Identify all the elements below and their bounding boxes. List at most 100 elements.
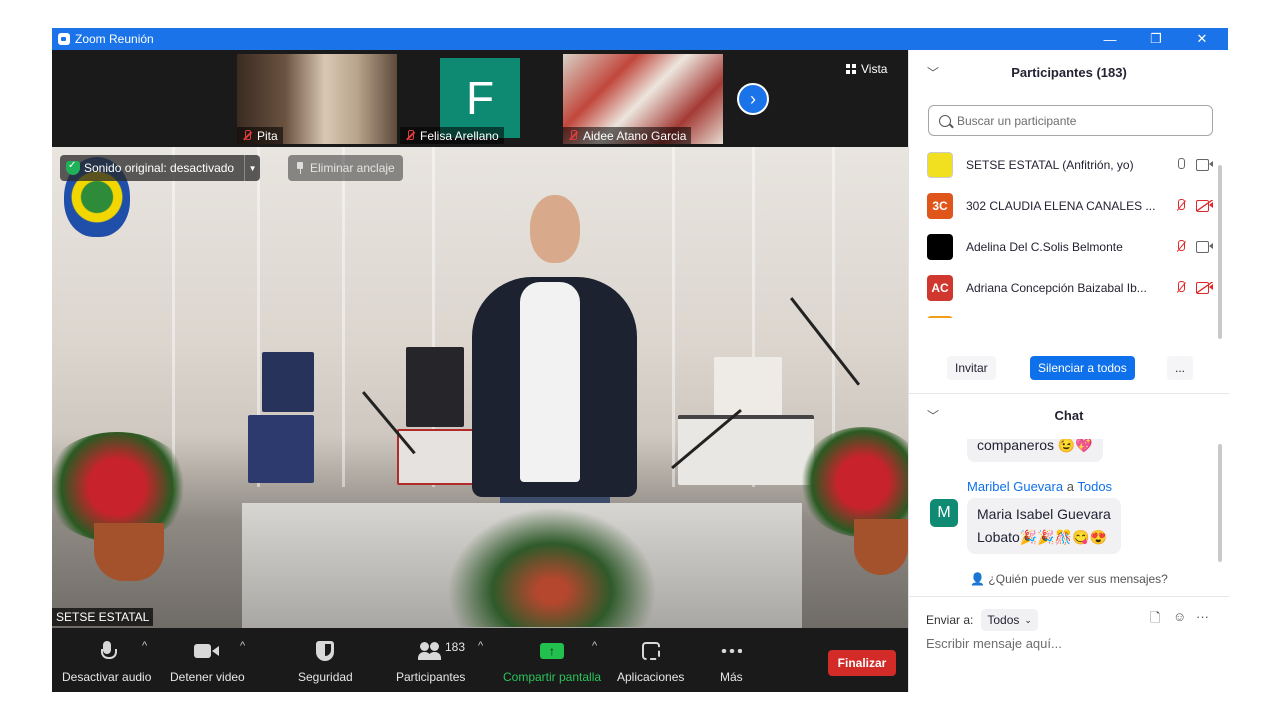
meeting-area: Pita F Felisa Arellano Aidee Atano Garci… (52, 50, 908, 692)
close-button[interactable]: ✕ (1179, 28, 1225, 50)
video-camera-icon[interactable] (1196, 241, 1213, 253)
participant-row[interactable]: 3C 302 CLAUDIA ELENA CANALES ... (909, 185, 1221, 226)
mic-muted-icon[interactable] (1176, 239, 1186, 254)
mic-muted-icon[interactable] (1176, 198, 1186, 213)
avatar (927, 315, 953, 318)
video-camera-icon[interactable] (1196, 159, 1213, 171)
participant-name: Pita (257, 129, 278, 143)
unpin-label: Eliminar anclaje (310, 161, 395, 175)
participant-name: Aidee Atano Garcia (583, 129, 687, 143)
nativity-image (447, 507, 657, 627)
participant-video-aidee-atano-garcia[interactable]: Aidee Atano Garcia (563, 54, 723, 144)
participant-status-icons (1176, 239, 1213, 254)
unpin-button[interactable]: Eliminar anclaje (288, 155, 403, 181)
send-to-select[interactable]: Todos ⌄ (981, 609, 1038, 631)
video-options-caret[interactable]: ^ (240, 640, 245, 652)
apps-label: Aplicaciones (617, 670, 685, 684)
video-off-icon[interactable] (1196, 282, 1213, 294)
end-meeting-button[interactable]: Finalizar (828, 650, 896, 676)
stop-video-label: Detener video (170, 670, 245, 684)
participants-more-button[interactable]: ... (1167, 356, 1194, 380)
next-page-button[interactable]: › (737, 83, 769, 115)
restore-button[interactable]: ❐ (1133, 28, 1179, 50)
chat-header: ﹀ Chat (909, 395, 1229, 435)
participants-icon (417, 642, 444, 660)
share-options-caret[interactable]: ^ (592, 640, 597, 652)
speaker-image (530, 195, 580, 263)
avatar (927, 151, 953, 178)
avatar: F (440, 58, 520, 138)
participant-name-tag: Aidee Atano Garcia (563, 127, 692, 144)
participant-status-icons (1176, 157, 1213, 172)
audio-options-caret[interactable]: ^ (142, 640, 147, 652)
participant-search[interactable] (928, 105, 1213, 136)
pin-icon (296, 162, 304, 174)
stop-video-button[interactable]: Detener video (170, 636, 245, 684)
file-icon[interactable]: 🗋 (1150, 609, 1160, 631)
original-sound-badge[interactable]: Sonido original: desactivado ▼ (60, 155, 261, 181)
participant-list: SETSE ESTATAL (Anfitrión, yo) 3C 302 CLA… (909, 144, 1221, 318)
participants-options-caret[interactable]: ^ (478, 640, 483, 652)
collapse-chevron-icon[interactable]: ﹀ (927, 407, 939, 424)
collapse-chevron-icon[interactable]: ﹀ (927, 64, 939, 81)
emoji-icon[interactable]: ☺ (1173, 609, 1186, 624)
participants-title: Participantes (183) (1011, 64, 1127, 80)
participant-name: Felisa Arellano (420, 129, 499, 143)
participant-row[interactable]: SETSE ESTATAL (Anfitrión, yo) (909, 144, 1221, 185)
mic-muted-icon (567, 130, 579, 142)
avatar: AC (927, 274, 953, 301)
chat-recipient[interactable]: Todos (1077, 479, 1112, 494)
mic-muted-icon (241, 130, 253, 142)
chat-scrollbar[interactable] (1218, 444, 1222, 562)
participant-status-icons (1176, 198, 1213, 213)
apps-button[interactable]: Aplicaciones (617, 636, 684, 684)
mic-stand-image (790, 297, 861, 386)
search-icon (939, 114, 951, 127)
more-button[interactable]: Más (720, 636, 743, 684)
avatar (927, 233, 953, 260)
video-camera-icon (194, 643, 220, 659)
who-can-see-link[interactable]: 👤 ¿Quién puede ver sus mensajes? (909, 572, 1229, 586)
participant-row[interactable]: Adelina Del C.Solis Belmonte (909, 226, 1221, 267)
participant-name: Adelina Del C.Solis Belmonte (966, 239, 1123, 254)
participant-row[interactable] (909, 308, 1221, 318)
chat-message-input[interactable] (926, 636, 1216, 651)
participant-video-pita[interactable]: Pita (237, 54, 397, 144)
more-icon (720, 649, 743, 653)
product-box-image (397, 429, 477, 485)
chat-message: Maria Isabel Guevara Lobato🎉🎉🎊😋😍 (967, 498, 1121, 554)
participant-name-tag: Felisa Arellano (400, 127, 504, 144)
pot-image (94, 523, 164, 581)
security-button[interactable]: Seguridad (298, 636, 353, 684)
participants-label: Participantes (396, 670, 466, 684)
view-button[interactable]: Vista (846, 62, 887, 76)
microphone-icon (100, 641, 117, 661)
video-off-icon[interactable] (1196, 200, 1213, 212)
invite-button[interactable]: Invitar (947, 356, 996, 380)
divider (909, 393, 1229, 394)
minimize-button[interactable]: — (1087, 28, 1133, 50)
more-icon[interactable]: ··· (1196, 609, 1209, 624)
participants-button[interactable]: Participantes 183 (396, 636, 465, 684)
chat-to-word: a (1066, 479, 1074, 494)
chat-sender[interactable]: Maribel Guevara (967, 479, 1063, 494)
search-input[interactable] (957, 113, 1197, 128)
participants-scrollbar[interactable] (1218, 165, 1222, 339)
more-label: Más (720, 670, 743, 684)
mute-audio-button[interactable]: Desactivar audio (62, 636, 151, 684)
mic-muted-icon[interactable] (1176, 280, 1186, 295)
share-screen-button[interactable]: ↑ Compartir pantalla (503, 636, 601, 684)
mute-all-button[interactable]: Silenciar a todos (1030, 356, 1135, 380)
participant-row[interactable]: AC Adriana Concepción Baizabal Ib... (909, 267, 1221, 308)
chevron-down-icon[interactable]: ▼ (244, 155, 260, 181)
mic-muted-icon (404, 130, 416, 142)
meeting-toolbar: Desactivar audio ^ Detener video ^ Segur… (52, 628, 908, 692)
participant-status-icons (1176, 280, 1213, 295)
product-box-image (262, 352, 314, 412)
send-to-row: Enviar a: Todos ⌄ (926, 609, 1038, 631)
share-screen-label: Compartir pantalla (503, 670, 602, 684)
view-button-label: Vista (861, 62, 888, 76)
participant-video-felisa-arellano[interactable]: F Felisa Arellano (400, 54, 560, 144)
product-box-image (248, 415, 314, 483)
microphone-icon[interactable] (1176, 157, 1186, 172)
